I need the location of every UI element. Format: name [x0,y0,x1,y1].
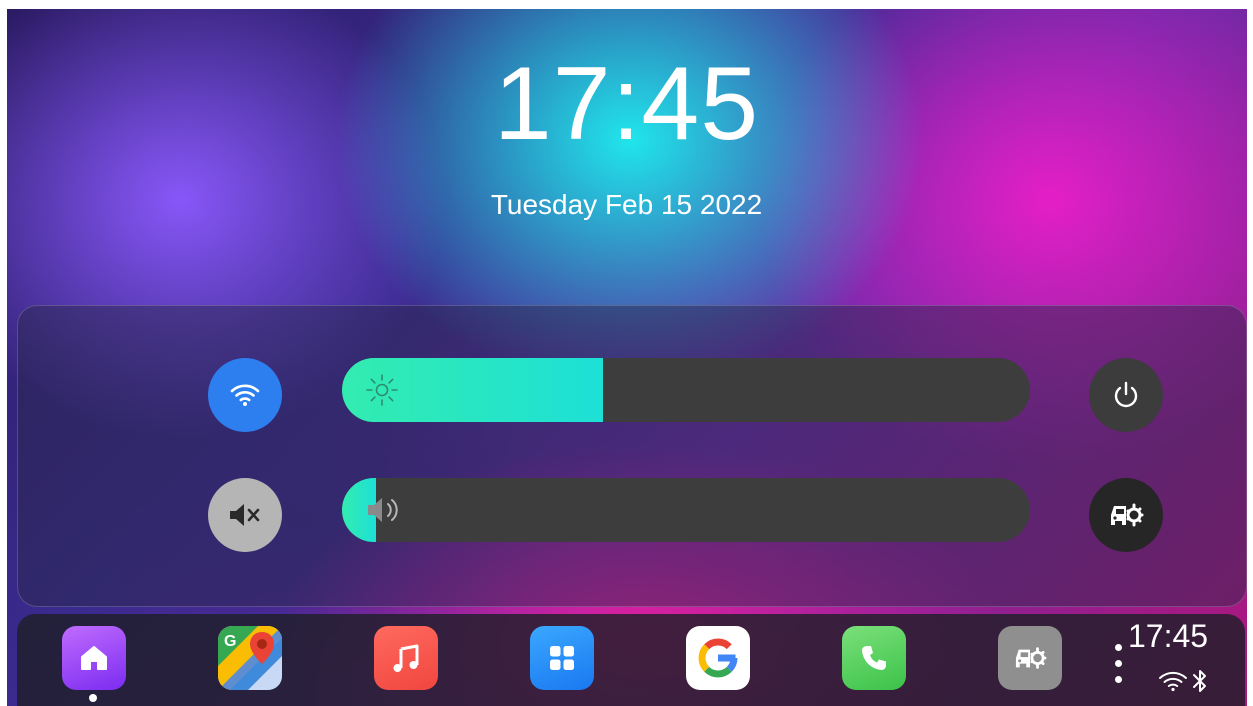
wifi-icon [230,384,260,406]
screen-frame-top [0,0,1253,9]
wifi-toggle-button[interactable] [208,358,282,432]
car-settings-icon [1015,647,1047,669]
more-options-icon[interactable] [1114,644,1124,688]
dock-app-google[interactable] [686,626,750,690]
car-settings-icon [1111,503,1144,527]
car-settings-button[interactable] [1089,478,1163,552]
music-note-icon [393,644,419,672]
dock-app-grid[interactable] [530,626,594,690]
speaker-icon [368,498,398,522]
home-icon [81,646,107,670]
clock-time: 17:45 [493,46,760,162]
dock-app-phone[interactable] [842,626,906,690]
quick-settings-panel [17,305,1247,607]
dock-app-maps[interactable]: G [218,626,282,690]
clock-date: Tuesday Feb 15 2022 [490,189,763,220]
svg-text:G: G [224,633,236,650]
active-app-indicator [89,694,97,702]
app-grid-icon [550,646,574,670]
google-icon [698,638,738,678]
status-bar-time: 17:45 [1128,618,1209,654]
brightness-slider[interactable] [342,358,1030,422]
dock-app-home[interactable] [62,626,126,690]
bluetooth-icon [1193,670,1206,692]
phone-icon [862,646,886,670]
power-icon [1114,381,1138,408]
mute-toggle-button[interactable] [208,478,282,552]
dock-app-music[interactable] [374,626,438,690]
dock-app-car-settings[interactable] [998,626,1062,690]
sun-icon [366,374,398,406]
volume-mute-icon [230,504,260,526]
status-bar-icons [1158,668,1208,694]
google-maps-icon: G [218,626,282,690]
volume-slider[interactable] [342,478,1030,542]
wifi-icon [1159,671,1187,692]
power-button[interactable] [1089,358,1163,432]
